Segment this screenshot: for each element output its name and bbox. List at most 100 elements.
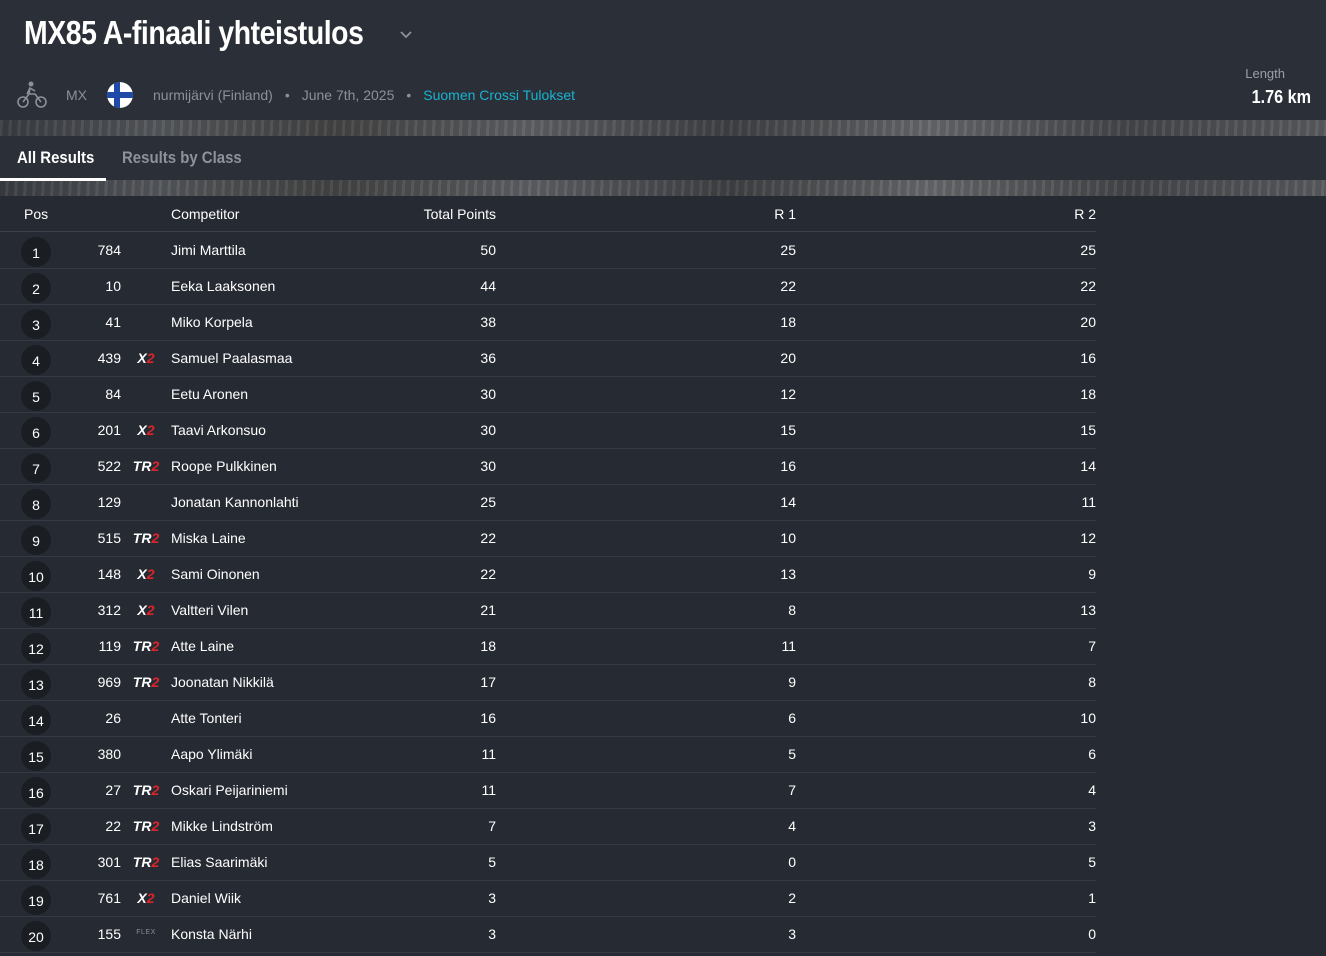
x2-brand-logo: X2 [137, 602, 155, 618]
separator-dot: • [406, 87, 412, 103]
competitor-name[interactable]: Miska Laine [171, 530, 246, 546]
total-points: 22 [480, 566, 496, 582]
separator-dot: • [284, 87, 290, 103]
table-row[interactable]: 10 148 Sami Oinonen 22 13 9 X2 [0, 556, 1096, 593]
race1-points: 15 [780, 422, 796, 438]
results-tabs: All Results Results by Class [0, 136, 1326, 180]
table-row[interactable]: 8 129 Jonatan Kannonlahti 25 14 11 [0, 484, 1096, 521]
position-badge: 5 [21, 381, 51, 411]
length-value: 1.76 km [1251, 87, 1311, 107]
competitor-name[interactable]: Jonatan Kannonlahti [171, 494, 299, 510]
table-row[interactable]: 14 26 Atte Tonteri 16 6 10 [0, 700, 1096, 737]
race1-points: 14 [780, 494, 796, 510]
table-row[interactable]: 5 84 Eetu Aronen 30 12 18 [0, 376, 1096, 413]
position-badge: 10 [21, 561, 51, 591]
position-badge: 6 [21, 417, 51, 447]
race1-points: 10 [780, 530, 796, 546]
race1-points: 9 [788, 674, 796, 690]
total-points: 7 [488, 818, 496, 834]
table-row[interactable]: 3 41 Miko Korpela 38 18 20 [0, 304, 1096, 341]
chevron-down-icon[interactable] [398, 26, 414, 42]
competitor-name[interactable]: Atte Laine [171, 638, 234, 654]
tr2-brand-logo: TR2 [132, 530, 160, 546]
rider-number: 301 [97, 854, 121, 870]
table-row[interactable]: 15 380 Aapo Ylimäki 11 5 6 [0, 736, 1096, 773]
competitor-name[interactable]: Aapo Ylimäki [171, 746, 252, 762]
table-row[interactable]: 4 439 Samuel Paalasmaa 36 20 16 X2 [0, 340, 1096, 377]
race1-points: 16 [780, 458, 796, 474]
race2-points: 4 [1088, 782, 1096, 798]
tab-results-by-class[interactable]: Results by Class [122, 136, 242, 180]
race2-points: 15 [1080, 422, 1096, 438]
race1-points: 18 [780, 314, 796, 330]
position-badge: 7 [21, 453, 51, 483]
position-badge: 1 [21, 237, 51, 267]
rider-number: 515 [97, 530, 121, 546]
position-badge: 15 [21, 741, 51, 771]
table-row[interactable]: 17 22 Mikke Lindström 7 4 3 TR2 [0, 808, 1096, 845]
competitor-name[interactable]: Roope Pulkkinen [171, 458, 277, 474]
competitor-name[interactable]: Taavi Arkonsuo [171, 422, 266, 438]
position-badge: 16 [21, 777, 51, 807]
page-title: MX85 A-finaali yhteistulos [24, 14, 364, 51]
competitor-name[interactable]: Jimi Marttila [171, 242, 246, 258]
table-row[interactable]: 13 969 Joonatan Nikkilä 17 9 8 TR2 [0, 664, 1096, 701]
total-points: 17 [480, 674, 496, 690]
competitor-name[interactable]: Valtteri Vilen [171, 602, 248, 618]
race1-points: 12 [780, 386, 796, 402]
position-badge: 17 [21, 813, 51, 843]
rider-number: 761 [97, 890, 121, 906]
rider-number: 22 [105, 818, 121, 834]
header-pos: Pos [24, 206, 49, 222]
race2-points: 16 [1080, 350, 1096, 366]
race2-points: 9 [1088, 566, 1096, 582]
competitor-name[interactable]: Elias Saarimäki [171, 854, 267, 870]
competitor-name[interactable]: Sami Oinonen [171, 566, 260, 582]
header-competitor: Competitor [171, 206, 240, 222]
table-row[interactable]: 20 155 Konsta Närhi 3 3 0 FLEX [0, 916, 1096, 953]
table-row[interactable]: 9 515 Miska Laine 22 10 12 TR2 [0, 520, 1096, 557]
total-points: 18 [480, 638, 496, 654]
rider-number: 41 [105, 314, 121, 330]
table-row[interactable]: 18 301 Elias Saarimäki 5 0 5 TR2 [0, 844, 1096, 881]
table-row[interactable]: 16 27 Oskari Peijariniemi 11 7 4 TR2 [0, 772, 1096, 809]
motocross-bike-icon [17, 81, 47, 108]
competitor-name[interactable]: Miko Korpela [171, 314, 253, 330]
race2-points: 12 [1080, 530, 1096, 546]
table-row[interactable]: 7 522 Roope Pulkkinen 30 16 14 TR2 [0, 448, 1096, 485]
race2-points: 8 [1088, 674, 1096, 690]
total-points: 30 [480, 458, 496, 474]
race1-points: 3 [788, 926, 796, 942]
position-badge: 20 [21, 921, 51, 951]
rider-number: 10 [105, 278, 121, 294]
table-row[interactable]: 19 761 Daniel Wiik 3 2 1 X2 [0, 880, 1096, 917]
total-points: 11 [481, 782, 496, 798]
organizer-link[interactable]: Suomen Crossi Tulokset [423, 87, 575, 103]
competitor-name[interactable]: Joonatan Nikkilä [171, 674, 274, 690]
table-row[interactable]: 2 10 Eeka Laaksonen 44 22 22 [0, 268, 1096, 305]
total-points: 25 [480, 494, 496, 510]
race1-points: 5 [788, 746, 796, 762]
competitor-name[interactable]: Konsta Närhi [171, 926, 252, 942]
table-row[interactable]: 1 784 Jimi Marttila 50 25 25 [0, 232, 1096, 269]
race1-points: 7 [788, 782, 796, 798]
x2-brand-logo: X2 [137, 350, 155, 366]
race2-points: 22 [1080, 278, 1096, 294]
table-row[interactable]: 11 312 Valtteri Vilen 21 8 13 X2 [0, 592, 1096, 629]
competitor-name[interactable]: Atte Tonteri [171, 710, 242, 726]
competitor-name[interactable]: Oskari Peijariniemi [171, 782, 288, 798]
competitor-name[interactable]: Samuel Paalasmaa [171, 350, 292, 366]
race1-points: 8 [788, 602, 796, 618]
competitor-name[interactable]: Mikke Lindström [171, 818, 273, 834]
competitor-name[interactable]: Eeka Laaksonen [171, 278, 275, 294]
rider-number: 26 [105, 710, 121, 726]
table-row[interactable]: 6 201 Taavi Arkonsuo 30 15 15 X2 [0, 412, 1096, 449]
total-points: 44 [480, 278, 496, 294]
table-header: Pos Competitor Total Points R 1 R 2 [0, 196, 1096, 232]
race1-points: 4 [788, 818, 796, 834]
competitor-name[interactable]: Eetu Aronen [171, 386, 248, 402]
sport-label: MX [66, 87, 87, 103]
competitor-name[interactable]: Daniel Wiik [171, 890, 241, 906]
table-row[interactable]: 12 119 Atte Laine 18 11 7 TR2 [0, 628, 1096, 665]
tab-all-results[interactable]: All Results [17, 136, 94, 180]
